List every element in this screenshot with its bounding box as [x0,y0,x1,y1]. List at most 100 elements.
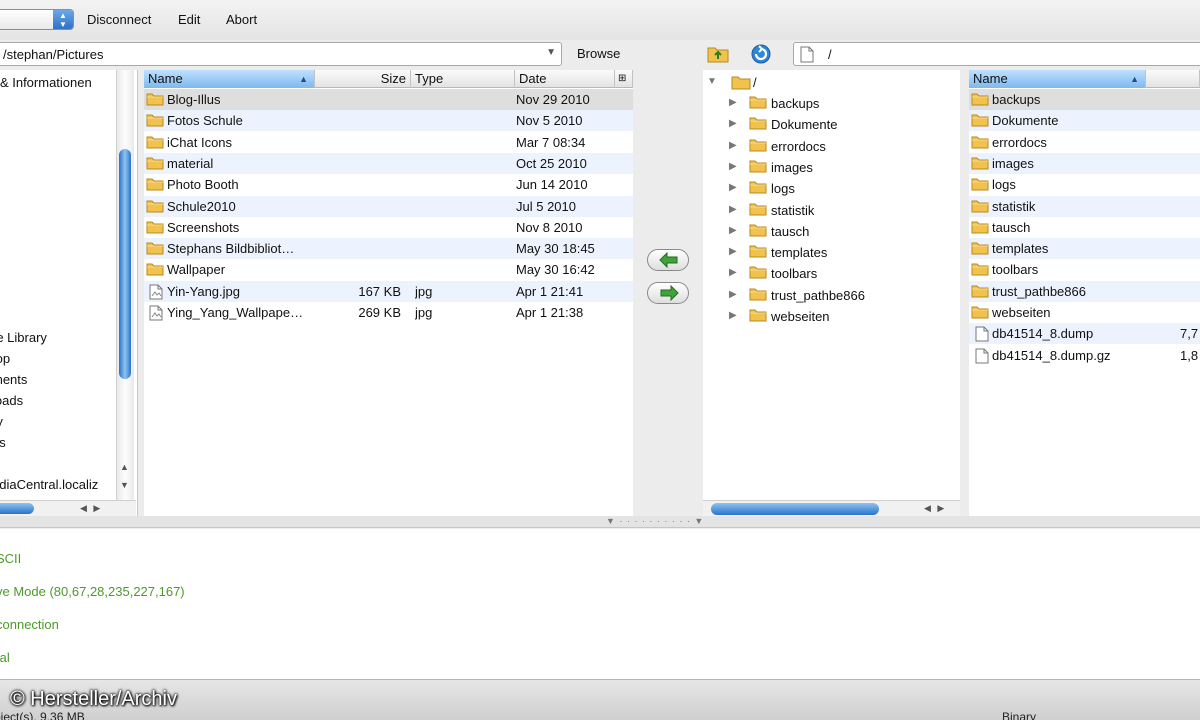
disclosure-closed-icon[interactable]: ▶ [729,204,737,215]
place-item[interactable]: re Library [0,330,47,345]
refresh-icon[interactable] [748,41,774,67]
edit-button[interactable]: Edit [178,12,200,27]
scrollbar-thumb[interactable] [119,149,131,379]
log-line: tal [0,650,10,665]
file-name: tausch [992,219,1031,235]
disclosure-open-icon[interactable]: ▼ [707,76,717,87]
scroll-down-icon[interactable]: ▼ [120,480,129,490]
column-header-type[interactable]: Type [411,70,515,88]
places-vertical-scrollbar[interactable]: ▲ ▼ [116,70,134,500]
column-label: Size [380,71,406,86]
file-name: trust_pathbe866 [992,283,1086,299]
place-item[interactable]: ediaCentral.localiz [0,477,98,492]
column-header-size[interactable]: Size [315,70,411,88]
file-size: 167 KB [358,283,401,299]
disclosure-closed-icon[interactable]: ▶ [729,267,737,278]
place-item[interactable]: loads [0,393,23,408]
upload-button[interactable] [647,282,689,304]
folder-up-icon[interactable] [705,41,731,67]
place-item[interactable]: top [0,351,10,366]
table-row[interactable]: logs [969,174,1200,195]
table-row[interactable]: Dokumente [969,110,1200,132]
table-row[interactable]: webseiten [969,302,1200,323]
table-row[interactable]: Yin-Yang.jpg 167 KB jpg Apr 1 21:41 [144,280,633,302]
table-row[interactable]: Photo Booth Jun 14 2010 [144,174,633,195]
local-path-field[interactable]: /stephan/Pictures ▼ [0,42,562,66]
place-item[interactable]: r & Informationen [0,75,92,90]
pane-splitter[interactable]: ▼ · · · · · · · · · · ▼ [0,516,1200,528]
table-row[interactable]: errordocs [969,132,1200,153]
tree-item[interactable]: ▶ images [729,157,954,178]
tree-item-label: backups [771,96,820,111]
connection-select[interactable]: ▲ ▼ [0,9,74,30]
file-name: db41514_8.dump.gz [992,347,1111,363]
table-row[interactable]: backups [969,89,1200,110]
disclosure-closed-icon[interactable]: ▶ [729,97,737,108]
column-header-size[interactable] [1146,70,1200,88]
disclosure-closed-icon[interactable]: ▶ [729,182,737,193]
column-header-name[interactable]: Name ▲ [969,70,1146,88]
column-header-name[interactable]: Name ▲ [144,70,315,88]
disclosure-closed-icon[interactable]: ▶ [729,161,737,172]
tree-horizontal-scrollbar[interactable]: ◀ ▶ [703,500,960,516]
scrollbar-thumb[interactable] [0,503,34,514]
tree-item[interactable]: ▶ templates [729,242,954,263]
tree-root[interactable]: ▼ / [707,72,957,93]
scroll-up-icon[interactable]: ▲ [120,462,129,472]
folder-icon [749,266,767,279]
abort-button[interactable]: Abort [226,12,257,27]
tree-item[interactable]: ▶ errordocs [729,136,954,157]
tree-item-label: templates [771,245,828,261]
column-header-date[interactable]: Date [515,70,615,88]
tree-item[interactable]: ▶ toolbars [729,263,954,284]
table-row[interactable]: material Oct 25 2010 [144,152,633,174]
table-row[interactable]: Ying_Yang_Wallpape… 269 KB jpg Apr 1 21:38 [144,302,633,323]
disclosure-closed-icon[interactable]: ▶ [729,289,737,300]
place-item[interactable]: es [0,435,6,450]
scroll-arrows-icon[interactable]: ◀ ▶ [924,503,946,514]
place-item[interactable]: ry [0,414,3,429]
file-date: Jul 5 2010 [516,198,576,214]
chevron-down-icon[interactable]: ▼ [546,47,556,58]
folder-icon [971,136,989,149]
table-row[interactable]: Screenshots Nov 8 2010 [144,217,633,238]
tree-item[interactable]: ▶ trust_pathbe866 [729,285,954,306]
disclosure-closed-icon[interactable]: ▶ [729,118,737,129]
tree-item[interactable]: ▶ Dokumente [729,114,954,135]
browse-button[interactable]: Browse [577,46,620,61]
table-row[interactable]: Wallpaper May 30 16:42 [144,259,633,280]
splitter-handle-icon[interactable]: ▼ · · · · · · · · · · ▼ [606,516,704,526]
disconnect-button[interactable]: Disconnect [87,12,151,27]
table-row[interactable]: statistik [969,195,1200,217]
tree-item[interactable]: ▶ tausch [729,221,954,242]
table-row[interactable]: Blog-Illus Nov 29 2010 [144,89,633,110]
disclosure-closed-icon[interactable]: ▶ [729,140,737,151]
places-horizontal-scrollbar[interactable]: ◀ ▶ [0,500,136,516]
tree-item[interactable]: ▶ logs [729,178,954,199]
disclosure-closed-icon[interactable]: ▶ [729,225,737,236]
column-label: Name [148,71,183,86]
table-row[interactable]: images [969,152,1200,174]
remote-path-field[interactable]: / [793,42,1200,66]
table-row[interactable]: toolbars [969,259,1200,280]
tree-item[interactable]: ▶ backups [729,93,954,114]
table-row[interactable]: Schule2010 Jul 5 2010 [144,195,633,217]
table-row[interactable]: iChat Icons Mar 7 08:34 [144,132,633,153]
table-row[interactable]: db41514_8.dump.gz 1,8 [969,345,1200,366]
column-label: Name [973,71,1008,86]
tree-item[interactable]: ▶ webseiten [729,306,954,327]
scroll-arrows-icon[interactable]: ◀ ▶ [80,503,102,514]
column-chooser-icon[interactable]: ⊞ [615,70,633,88]
table-row[interactable]: tausch [969,217,1200,238]
disclosure-closed-icon[interactable]: ▶ [729,310,737,321]
tree-item[interactable]: ▶ statistik [729,200,954,221]
download-button[interactable] [647,249,689,271]
table-row[interactable]: db41514_8.dump 7,7 [969,323,1200,345]
disclosure-closed-icon[interactable]: ▶ [729,246,737,257]
table-row[interactable]: trust_pathbe866 [969,280,1200,302]
table-row[interactable]: Fotos Schule Nov 5 2010 [144,110,633,132]
table-row[interactable]: Stephans Bildbibliot… May 30 18:45 [144,238,633,260]
place-item[interactable]: ments [0,372,27,387]
scrollbar-thumb[interactable] [711,503,879,515]
table-row[interactable]: templates [969,238,1200,260]
